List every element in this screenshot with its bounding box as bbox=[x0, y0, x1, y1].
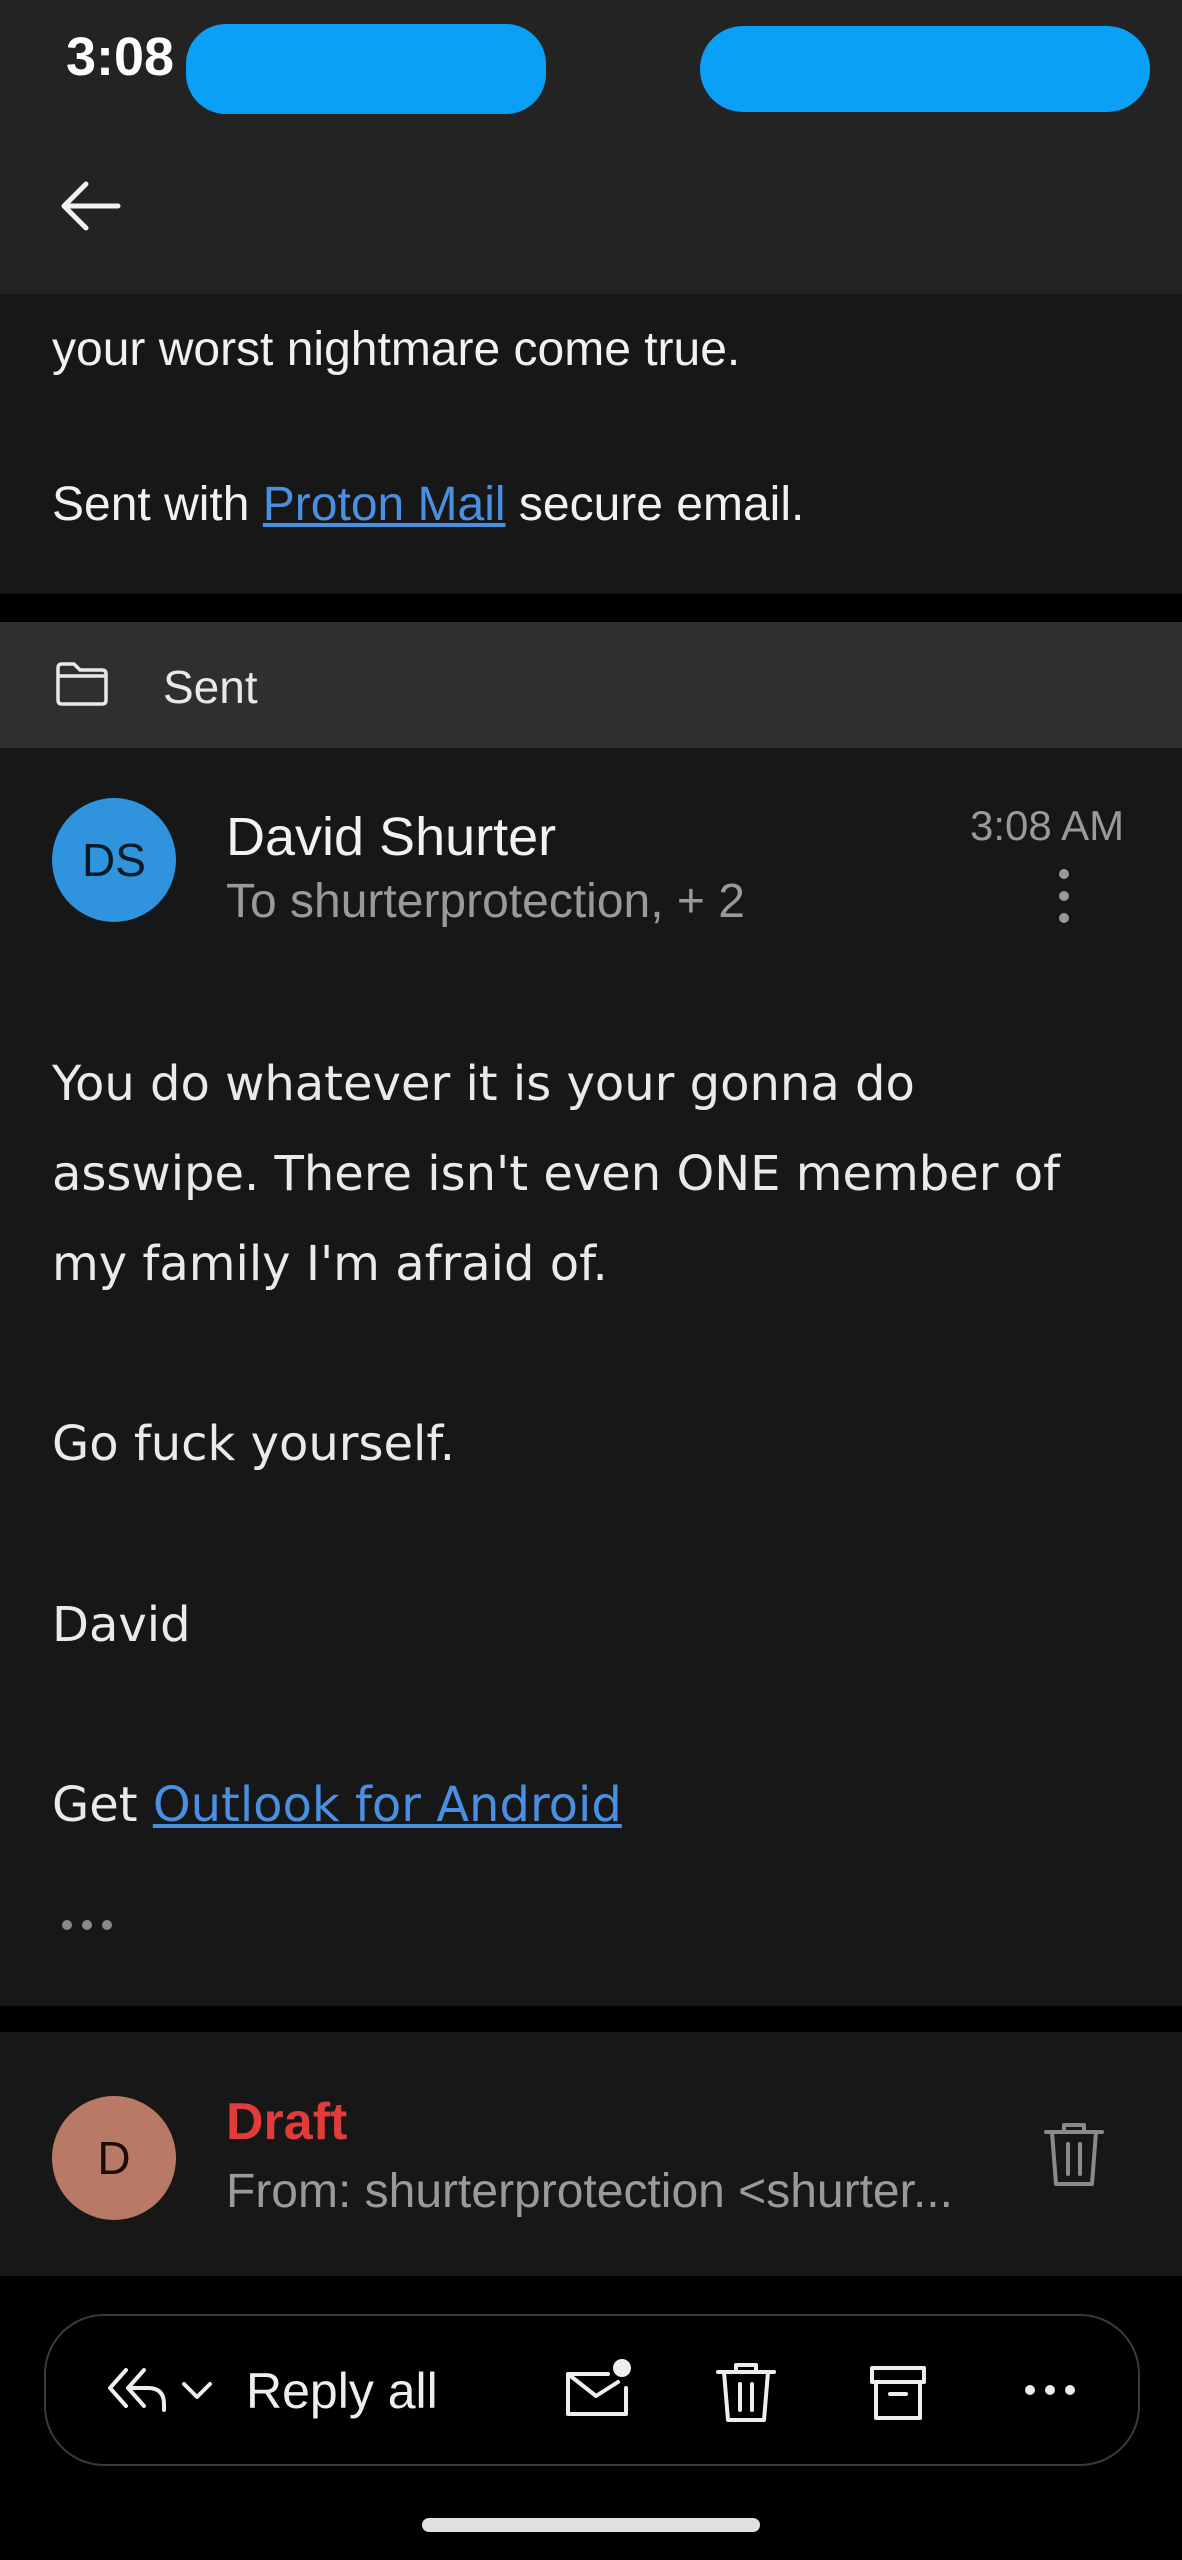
outlook-android-link[interactable]: Outlook for Android bbox=[153, 1777, 622, 1833]
message-body-line: You do whatever it is your gonna do bbox=[52, 1056, 915, 1112]
proton-signature: Sent with Proton Mail secure email. bbox=[52, 460, 804, 550]
show-quoted-icon[interactable] bbox=[60, 1918, 114, 1937]
recipients[interactable]: To shurterprotection, + 2 bbox=[226, 874, 745, 929]
avatar-initials: DS bbox=[82, 834, 146, 886]
reply-all-icon[interactable] bbox=[104, 2364, 168, 2419]
back-arrow-icon[interactable] bbox=[56, 176, 124, 236]
draft-from: From: shurterprotection <shurter... bbox=[226, 2165, 953, 2218]
draft-avatar-initial: D bbox=[97, 2132, 131, 2184]
more-actions-icon[interactable] bbox=[1022, 2382, 1078, 2403]
home-indicator[interactable] bbox=[422, 2518, 760, 2532]
draft-card[interactable] bbox=[0, 2032, 1182, 2276]
proton-mail-link[interactable]: Proton Mail bbox=[263, 478, 506, 531]
mark-unread-icon[interactable] bbox=[562, 2354, 634, 2425]
message-body-line: my family I'm afraid of. bbox=[52, 1236, 608, 1292]
sent-prefix: Sent with bbox=[52, 478, 250, 531]
sender-avatar[interactable]: DS bbox=[52, 798, 176, 922]
folder-label: Sent bbox=[163, 661, 258, 713]
redaction-mark-left bbox=[186, 24, 546, 114]
outlook-footer: Get Outlook for Android bbox=[52, 1777, 1142, 1833]
delete-icon[interactable] bbox=[714, 2360, 778, 2431]
sender-name[interactable]: David Shurter bbox=[226, 806, 556, 868]
status-time: 3:08 bbox=[66, 27, 175, 87]
message-body-line: Go fuck yourself. bbox=[52, 1416, 456, 1472]
top-app-bar bbox=[0, 120, 1182, 294]
chevron-down-icon[interactable] bbox=[180, 2378, 214, 2407]
sent-suffix: secure email. bbox=[518, 478, 805, 531]
delete-draft-icon[interactable] bbox=[1042, 2120, 1106, 2195]
folder-icon bbox=[54, 660, 110, 713]
message-signature: David bbox=[52, 1597, 191, 1653]
previous-message-line: your worst nightmare come true. bbox=[52, 323, 741, 376]
archive-icon[interactable] bbox=[866, 2362, 930, 2429]
draft-label: Draft bbox=[226, 2093, 348, 2151]
message-body-line: asswipe. There isn't even ONE member of bbox=[52, 1146, 1061, 1202]
more-options-icon[interactable] bbox=[1046, 866, 1082, 926]
message-time: 3:08 AM bbox=[970, 802, 1125, 849]
redaction-mark-right bbox=[700, 26, 1150, 112]
reply-all-button[interactable]: Reply all bbox=[246, 2362, 438, 2420]
footer-prefix: Get bbox=[52, 1777, 138, 1833]
draft-avatar: D bbox=[52, 2096, 176, 2220]
